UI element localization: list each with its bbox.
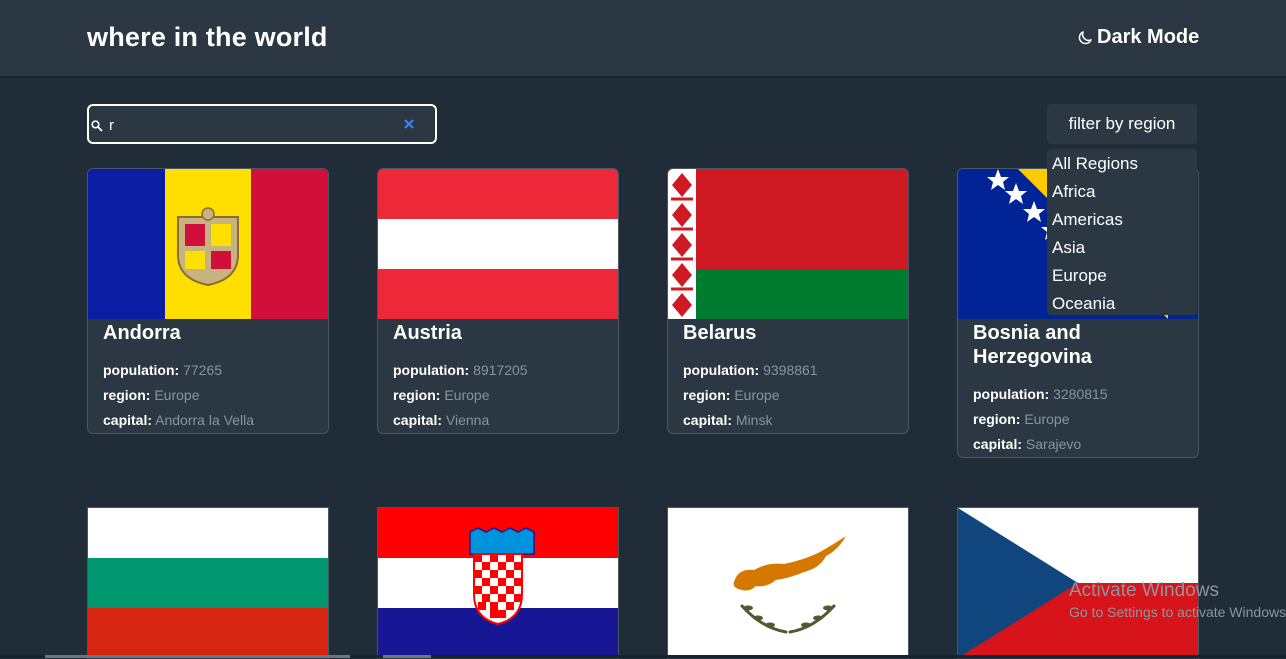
region-option-asia[interactable]: Asia [1052, 238, 1085, 258]
country-name: Bosnia and Herzegovina [973, 322, 1092, 368]
austria-flag [378, 169, 618, 319]
search-box[interactable] [87, 104, 437, 144]
search-input[interactable] [107, 114, 391, 136]
region-option-oceania[interactable]: Oceania [1052, 294, 1115, 314]
region-option-americas[interactable]: Americas [1052, 210, 1123, 230]
country-name: Belarus [683, 322, 757, 344]
bulgaria-flag [88, 508, 328, 658]
clear-search-icon[interactable] [403, 118, 415, 130]
region-option-europe[interactable]: Europe [1052, 266, 1107, 286]
country-name: Austria [393, 322, 462, 344]
app-title: where in the world [87, 22, 328, 52]
dark-mode-toggle[interactable]: Dark Mode [1076, 26, 1199, 49]
population-line: population: 9398861 [683, 362, 818, 378]
capital-line: capital: Andorra la Vella [103, 412, 254, 428]
app-header: where in the world Dark Mode [0, 0, 1286, 78]
croatia-flag [378, 508, 618, 658]
region-line: region: Europe [973, 411, 1070, 427]
population-line: population: 77265 [103, 362, 223, 378]
population-line: population: 8917205 [393, 362, 528, 378]
country-card-bulgaria[interactable] [87, 507, 329, 659]
population-line: population: 3280815 [973, 386, 1108, 402]
search-icon [91, 120, 103, 132]
region-option-africa[interactable]: Africa [1052, 182, 1095, 202]
country-name: Andorra [103, 322, 181, 344]
country-card-belarus[interactable]: Belarus population: 9398861 region: Euro… [667, 168, 909, 434]
cyprus-flag [668, 508, 908, 658]
region-option-all[interactable]: All Regions [1052, 154, 1138, 174]
moon-icon [1078, 30, 1092, 44]
filter-by-region-button[interactable]: filter by region [1047, 104, 1197, 144]
region-line: region: Europe [683, 387, 780, 403]
dark-mode-label: Dark Mode [1097, 26, 1200, 48]
andorra-flag [88, 169, 328, 319]
region-line: region: Europe [103, 387, 200, 403]
country-card-cyprus[interactable] [667, 507, 909, 659]
capital-line: capital: Vienna [393, 412, 490, 428]
country-card-croatia[interactable] [377, 507, 619, 659]
activate-windows-title: Activate Windows [1069, 580, 1219, 601]
country-card-andorra[interactable]: Andorra population: 77265 region: Europe… [87, 168, 329, 434]
region-line: region: Europe [393, 387, 490, 403]
capital-line: capital: Sarajevo [973, 436, 1082, 452]
belarus-flag [668, 169, 908, 319]
region-dropdown-menu: All Regions Africa Americas Asia Europe … [1047, 149, 1197, 315]
country-card-austria[interactable]: Austria population: 8917205 region: Euro… [377, 168, 619, 434]
activate-windows-subtitle: Go to Settings to activate Windows. [1069, 604, 1286, 620]
capital-line: capital: Minsk [683, 412, 773, 428]
